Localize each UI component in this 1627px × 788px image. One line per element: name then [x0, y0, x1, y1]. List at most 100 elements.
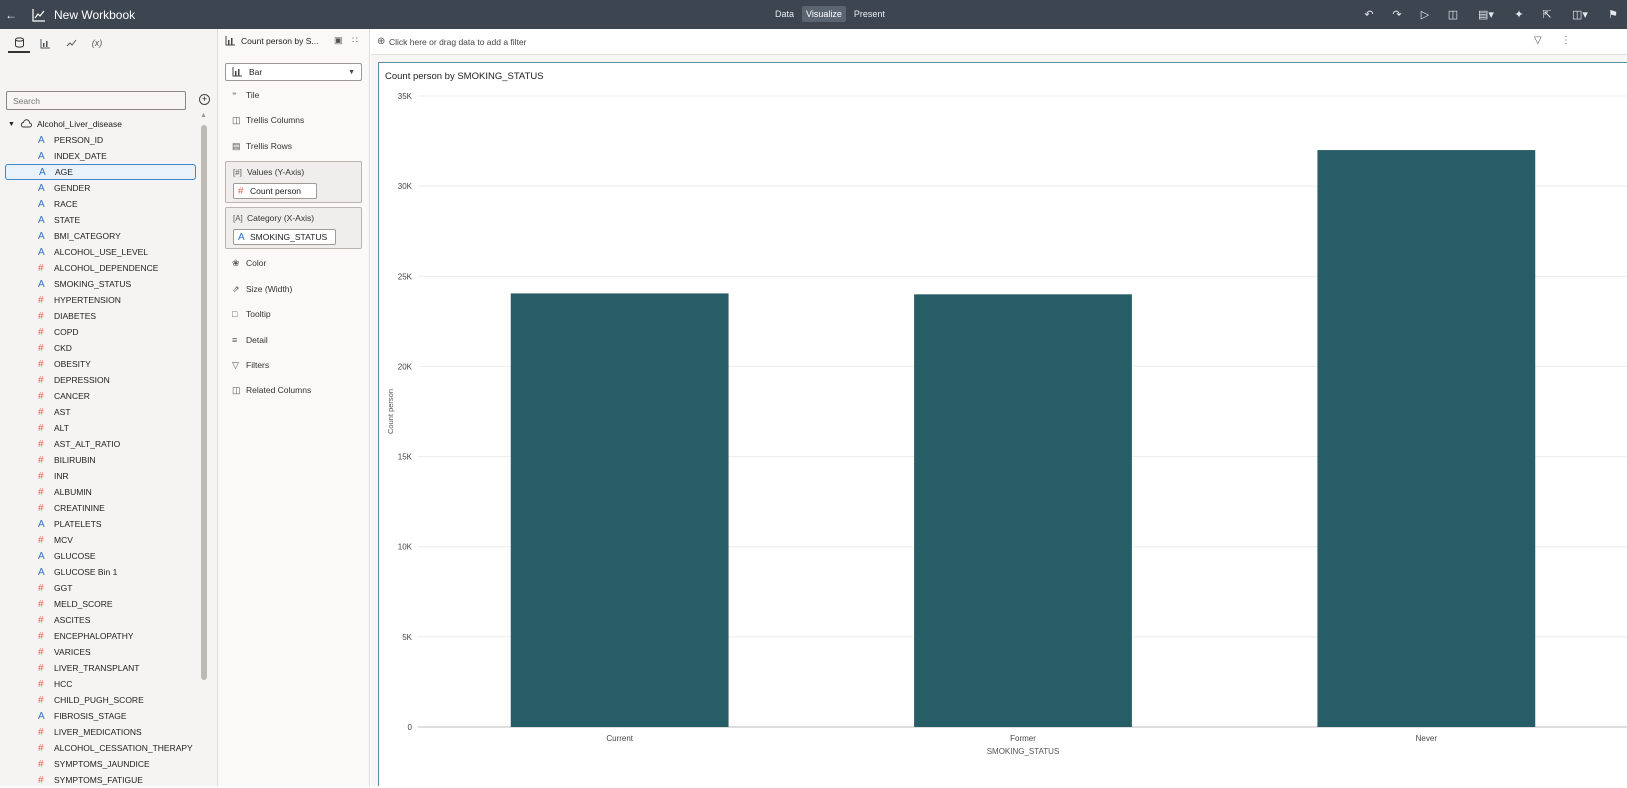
field-item[interactable]: # INR	[0, 468, 200, 484]
viz-type-select[interactable]: Bar ▼	[225, 63, 362, 81]
grammar-color[interactable]: ❀ Color	[232, 255, 266, 271]
field-item[interactable]: # DIABETES	[0, 308, 200, 324]
category-x-axis-dropzone[interactable]: [A] Category (X-Axis) A SMOKING_STATUS	[225, 207, 362, 249]
y-axis-title: Count person	[386, 389, 395, 434]
refresh-data-icon[interactable]: ◫	[1439, 0, 1467, 29]
values-y-axis-dropzone[interactable]: [#] Values (Y-Axis) # Count person	[225, 161, 362, 203]
field-item[interactable]: # VARICES	[0, 644, 200, 660]
measure-icon: #	[38, 614, 44, 626]
bar[interactable]	[914, 294, 1132, 727]
count-person-pill[interactable]: # Count person	[233, 183, 317, 199]
comment-menu-icon[interactable]: ▤▾	[1467, 0, 1505, 29]
scroll-up-icon[interactable]: ▲	[200, 112, 207, 119]
add-data-icon[interactable]: +	[199, 94, 210, 105]
field-item[interactable]: A RACE	[0, 196, 200, 212]
field-item[interactable]: # ENCEPHALOPATHY	[0, 628, 200, 644]
visualizations-tab-icon[interactable]	[34, 33, 56, 53]
filter-placeholder[interactable]: Click here or drag data to add a filter	[389, 37, 527, 47]
field-name: AGE	[55, 167, 73, 177]
x-tick-label: Never	[1416, 734, 1438, 743]
properties-icon[interactable]: ▣	[334, 35, 343, 46]
back-arrow-icon[interactable]: ←	[0, 8, 22, 22]
field-item[interactable]: A PLATELETS	[0, 516, 200, 532]
y-tick-label: 20K	[398, 362, 413, 371]
field-item[interactable]: A SMOKING_STATUS	[0, 276, 200, 292]
export-icon[interactable]: ⇱	[1533, 0, 1561, 29]
field-item[interactable]: A STATE	[0, 212, 200, 228]
more-icon[interactable]: ⋮	[1561, 35, 1571, 46]
grammar-tooltip[interactable]: □ Tooltip	[232, 306, 271, 322]
field-item[interactable]: A ALCOHOL_USE_LEVEL	[0, 244, 200, 260]
field-item[interactable]: # MELD_SCORE	[0, 596, 200, 612]
search-input[interactable]	[6, 91, 186, 110]
field-item[interactable]: A BMI_CATEGORY	[0, 228, 200, 244]
grammar-tile[interactable]: ⁼ Tile	[232, 87, 259, 103]
field-item[interactable]: A GLUCOSE Bin 1	[0, 564, 200, 580]
field-item[interactable]: # BILIRUBIN	[0, 452, 200, 468]
field-item[interactable]: # ALCOHOL_DEPENDENCE	[0, 260, 200, 276]
mode-visualize-tab[interactable]: Visualize	[802, 6, 846, 22]
save-menu-icon[interactable]: ◫▾	[1561, 0, 1599, 29]
grammar-detail[interactable]: ≡ Detail	[232, 332, 268, 348]
field-item[interactable]: A GLUCOSE	[0, 548, 200, 564]
field-name: DEPRESSION	[54, 375, 110, 385]
add-filter-icon[interactable]: ⊕	[377, 36, 389, 47]
field-item[interactable]: # CREATININE	[0, 500, 200, 516]
detail-icon: ≡	[232, 335, 238, 345]
field-item[interactable]: # HYPERTENSION	[0, 292, 200, 308]
undo-icon[interactable]: ↶	[1355, 0, 1383, 29]
redo-icon[interactable]: ↷	[1383, 0, 1411, 29]
field-list-scrollbar[interactable]	[201, 125, 207, 680]
grammar-size[interactable]: ⇗ Size (Width)	[232, 281, 292, 297]
field-item[interactable]: # SYMPTOMS_JAUNDICE	[0, 756, 200, 772]
field-item[interactable]: # HCC	[0, 676, 200, 692]
bookmark-icon[interactable]: ⚑	[1599, 0, 1627, 29]
field-item[interactable]: # OBESITY	[0, 356, 200, 372]
field-item[interactable]: # MCV	[0, 532, 200, 548]
field-item[interactable]: # LIVER_MEDICATIONS	[0, 724, 200, 740]
measure-icon: #	[38, 262, 44, 274]
smoking-status-pill[interactable]: A SMOKING_STATUS	[233, 229, 336, 245]
field-item[interactable]: # ALBUMIN	[0, 484, 200, 500]
grammar-settings-icon[interactable]: ∷	[352, 35, 358, 46]
grammar-related-columns[interactable]: ◫ Related Columns	[232, 382, 311, 398]
field-item[interactable]: # CKD	[0, 340, 200, 356]
field-item[interactable]: # LIVER_TRANSPLANT	[0, 660, 200, 676]
bar[interactable]	[1317, 150, 1536, 728]
field-item[interactable]: # AST_ALT_RATIO	[0, 436, 200, 452]
analytics-tab-icon[interactable]	[60, 33, 82, 53]
field-name: PERSON_ID	[54, 135, 104, 145]
field-item[interactable]: # ASCITES	[0, 612, 200, 628]
field-item[interactable]: # DEPRESSION	[0, 372, 200, 388]
tile-icon: ⁼	[232, 89, 237, 100]
field-item[interactable]: A FIBROSIS_STAGE	[0, 708, 200, 724]
field-name: ALCOHOL_CESSATION_THERAPY	[54, 743, 193, 753]
field-item[interactable]: A PERSON_ID	[0, 132, 200, 148]
dataset-node[interactable]: ▼ Alcohol_Liver_disease	[0, 116, 200, 132]
filter-bar[interactable]: ⊕ Click here or drag data to add a filte…	[371, 29, 1627, 55]
calculations-tab-icon[interactable]: (x)	[86, 33, 108, 53]
field-item[interactable]: A GENDER	[0, 180, 200, 196]
grammar-filters[interactable]: ▽ Filters	[232, 357, 269, 373]
preview-play-icon[interactable]: ▷	[1411, 0, 1439, 29]
field-item[interactable]: # CHILD_PUGH_SCORE	[0, 692, 200, 708]
field-item[interactable]: # COPD	[0, 324, 200, 340]
data-tab-icon[interactable]	[8, 33, 30, 53]
bar[interactable]	[510, 293, 729, 727]
field-item[interactable]: A AGE	[5, 164, 196, 180]
field-name: AST	[54, 407, 71, 417]
grammar-trellis-rows[interactable]: ▤ Trellis Rows	[232, 138, 292, 154]
grammar-trellis-columns[interactable]: ◫ Trellis Columns	[232, 112, 304, 128]
bar-chart-visualization[interactable]: Count person by SMOKING_STATUS 0 5K 10K 15K…	[378, 62, 1627, 786]
auto-insights-icon[interactable]: ✦	[1505, 0, 1533, 29]
field-item[interactable]: # GGT	[0, 580, 200, 596]
expand-caret-icon[interactable]: ▼	[8, 121, 15, 128]
field-item[interactable]: # CANCER	[0, 388, 200, 404]
field-item[interactable]: # ALT	[0, 420, 200, 436]
field-item[interactable]: # ALCOHOL_CESSATION_THERAPY	[0, 740, 200, 756]
filter-toggle-icon[interactable]: ▽	[1534, 35, 1542, 46]
field-item[interactable]: A INDEX_DATE	[0, 148, 200, 164]
field-item[interactable]: # AST	[0, 404, 200, 420]
mode-present-tab[interactable]: Present	[850, 6, 889, 22]
mode-data-tab[interactable]: Data	[771, 6, 798, 22]
